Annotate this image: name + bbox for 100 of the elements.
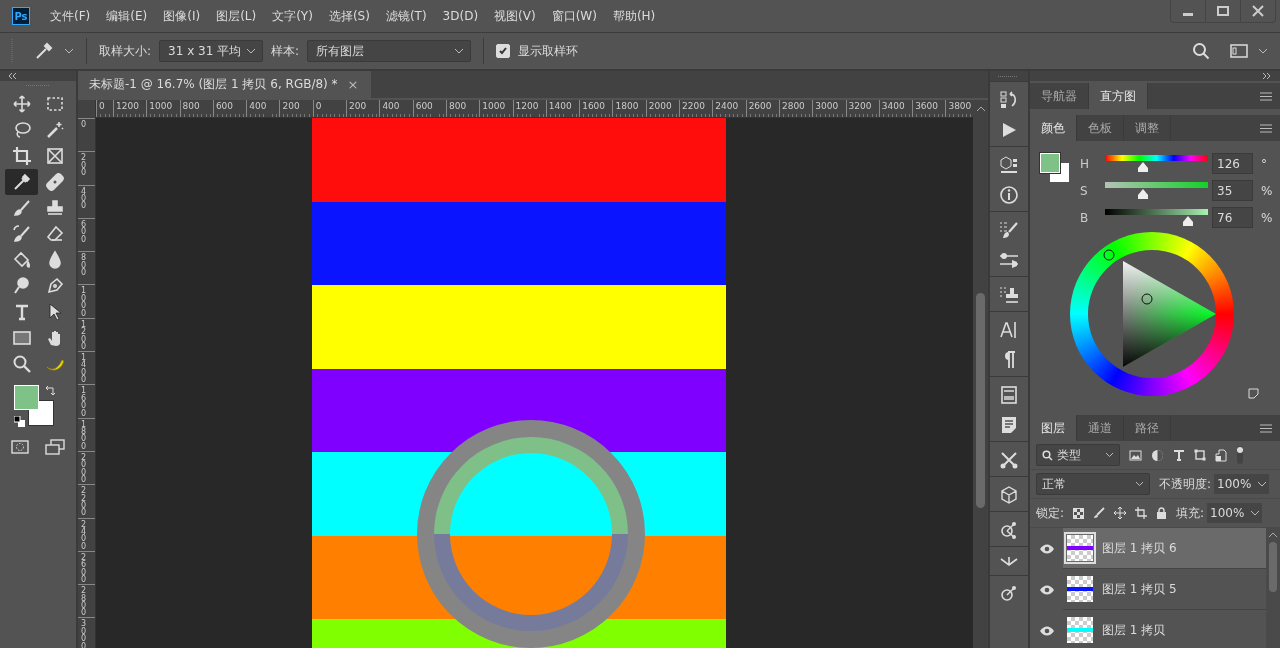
network-icon[interactable] xyxy=(999,520,1019,540)
cube-icon[interactable] xyxy=(999,485,1019,505)
ruler-label: 0 xyxy=(81,121,87,129)
layers-scrollbar[interactable] xyxy=(1266,528,1280,648)
menu-item[interactable]: 文字(Y) xyxy=(272,7,313,25)
fill-field[interactable]: 100% xyxy=(1207,503,1249,523)
grip-icon[interactable] xyxy=(26,84,50,87)
screen-mode-icon[interactable] xyxy=(45,439,65,455)
menu-item[interactable]: 选择(S) xyxy=(328,7,370,25)
ruler-label: 1600 xyxy=(81,387,87,417)
menu-item[interactable]: 视图(V) xyxy=(494,7,536,25)
checkbox-label[interactable]: 显示取样环 xyxy=(518,42,579,60)
close-tab-button[interactable]: × xyxy=(347,77,359,92)
scroll-up-icon[interactable] xyxy=(975,106,986,112)
cube-layers-icon[interactable] xyxy=(999,155,1019,175)
menu-item[interactable]: 图像(I) xyxy=(163,7,201,25)
menu-item[interactable]: 滤镜(T) xyxy=(385,7,427,25)
filter-toggle-icon[interactable] xyxy=(1236,445,1244,465)
layer-row[interactable]: 图层 1 拷贝 5 xyxy=(1063,569,1266,610)
layer-row[interactable]: 图层 1 拷贝 xyxy=(1063,610,1266,648)
checkbox[interactable] xyxy=(496,44,511,58)
panel-tab[interactable]: 调整 xyxy=(1124,115,1171,141)
type-filter-icon[interactable] xyxy=(1173,449,1185,461)
grip-icon[interactable] xyxy=(998,74,1018,78)
ruler-label: 2400 xyxy=(81,520,87,551)
caret-icon[interactable] xyxy=(64,47,74,55)
smart-object-filter-icon[interactable] xyxy=(1215,448,1227,462)
menu-item[interactable]: 文件(F) xyxy=(50,7,91,25)
panel-tab[interactable]: 图层 xyxy=(1030,415,1077,441)
notes-icon[interactable] xyxy=(999,415,1019,435)
glyphs-icon[interactable] xyxy=(999,385,1019,405)
history-icon[interactable] xyxy=(999,90,1019,110)
document-tab[interactable]: 未标题-1 @ 16.7% (图层 1 拷贝 6, RGB/8) * × xyxy=(78,71,371,98)
image-filter-icon[interactable] xyxy=(1129,449,1142,461)
collapse-icon[interactable] xyxy=(8,73,18,79)
filter-select[interactable]: 类型 xyxy=(1036,444,1120,466)
menu-item[interactable]: 编辑(E) xyxy=(106,7,148,25)
menu-icon[interactable] xyxy=(1260,91,1272,101)
move-icon[interactable] xyxy=(1114,507,1127,519)
visibility-eye-icon[interactable] xyxy=(1039,584,1055,595)
ruler-label: 3600 xyxy=(912,100,946,117)
hue-marker-icon[interactable] xyxy=(1103,249,1115,261)
panel-tab[interactable]: 颜色 xyxy=(1030,115,1077,141)
menu-item[interactable]: 窗口(W) xyxy=(551,7,597,25)
panel-tab[interactable]: 色板 xyxy=(1077,115,1124,141)
default-colors-icon[interactable] xyxy=(14,416,25,427)
scroll-up-icon[interactable] xyxy=(1268,532,1278,538)
ruler-label: 2200 xyxy=(81,487,87,517)
caret-icon[interactable] xyxy=(1255,474,1270,494)
crop-icon xyxy=(11,146,32,166)
collapse-icon[interactable] xyxy=(1262,73,1272,79)
panel-tab[interactable]: 路径 xyxy=(1124,415,1171,441)
quick-mask-icon[interactable] xyxy=(11,440,29,454)
workspace-icon[interactable] xyxy=(1230,44,1248,58)
blend-mode-select[interactable]: 正常 xyxy=(1036,473,1150,495)
character-icon[interactable] xyxy=(999,320,1019,340)
sample-size-select[interactable]: 31 x 31 平均 xyxy=(159,40,264,62)
corner-icon[interactable] xyxy=(1248,388,1259,399)
menu-item[interactable]: 帮助(H) xyxy=(612,7,656,25)
menu-icon[interactable] xyxy=(1260,123,1272,133)
brush-icon[interactable] xyxy=(1093,507,1106,519)
down-arrow-icon[interactable] xyxy=(999,555,1019,569)
sample-select[interactable]: 所有图层 xyxy=(307,40,472,62)
eyedropper-tool[interactable] xyxy=(5,169,38,195)
vertical-scrollbar[interactable] xyxy=(973,118,988,648)
color-swatches[interactable] xyxy=(14,385,54,426)
panel-tab[interactable]: 通道 xyxy=(1077,415,1124,441)
value-field[interactable]: 76 xyxy=(1212,207,1253,228)
lock-pixels-icon[interactable] xyxy=(1073,507,1085,519)
menu-item[interactable]: 图层(L) xyxy=(216,7,257,25)
clone-source-icon[interactable] xyxy=(999,285,1019,305)
panel-tab[interactable]: 直方图 xyxy=(1089,83,1148,109)
layer-row[interactable]: 图层 1 拷贝 6 xyxy=(1063,528,1266,569)
visibility-eye-icon[interactable] xyxy=(1039,625,1055,636)
color-slider[interactable] xyxy=(1102,209,1211,226)
color-slider[interactable] xyxy=(1102,155,1211,172)
value-field[interactable]: 126 xyxy=(1212,153,1253,174)
crop-icon[interactable] xyxy=(1135,507,1148,519)
sample-size-label: 取样大小: xyxy=(99,42,152,60)
info-icon[interactable] xyxy=(999,185,1019,205)
slider-label: H xyxy=(1080,156,1091,171)
search-icon[interactable] xyxy=(1192,42,1210,60)
value-field[interactable]: 35 xyxy=(1212,180,1253,201)
brush-list-icon[interactable] xyxy=(999,220,1019,240)
network-icon[interactable] xyxy=(999,584,1019,604)
visibility-eye-icon[interactable] xyxy=(1039,543,1055,554)
color-slider[interactable] xyxy=(1102,182,1211,199)
shape-filter-icon[interactable] xyxy=(1194,449,1206,461)
opacity-field[interactable]: 100% xyxy=(1214,474,1256,494)
caret-icon[interactable] xyxy=(1258,47,1268,55)
menu-item[interactable]: 3D(D) xyxy=(442,9,479,23)
tools-icon[interactable] xyxy=(999,450,1019,470)
scrollbar-thumb[interactable] xyxy=(1269,542,1277,592)
swap-icon[interactable] xyxy=(44,385,56,397)
lock-icon[interactable] xyxy=(1156,507,1168,519)
brush-settings-icon[interactable] xyxy=(999,250,1019,270)
eyedropper-icon[interactable] xyxy=(34,41,54,61)
caret-icon[interactable] xyxy=(1248,503,1263,523)
menu-icon[interactable] xyxy=(1260,423,1272,433)
adjustment-filter-icon[interactable] xyxy=(1151,448,1164,462)
